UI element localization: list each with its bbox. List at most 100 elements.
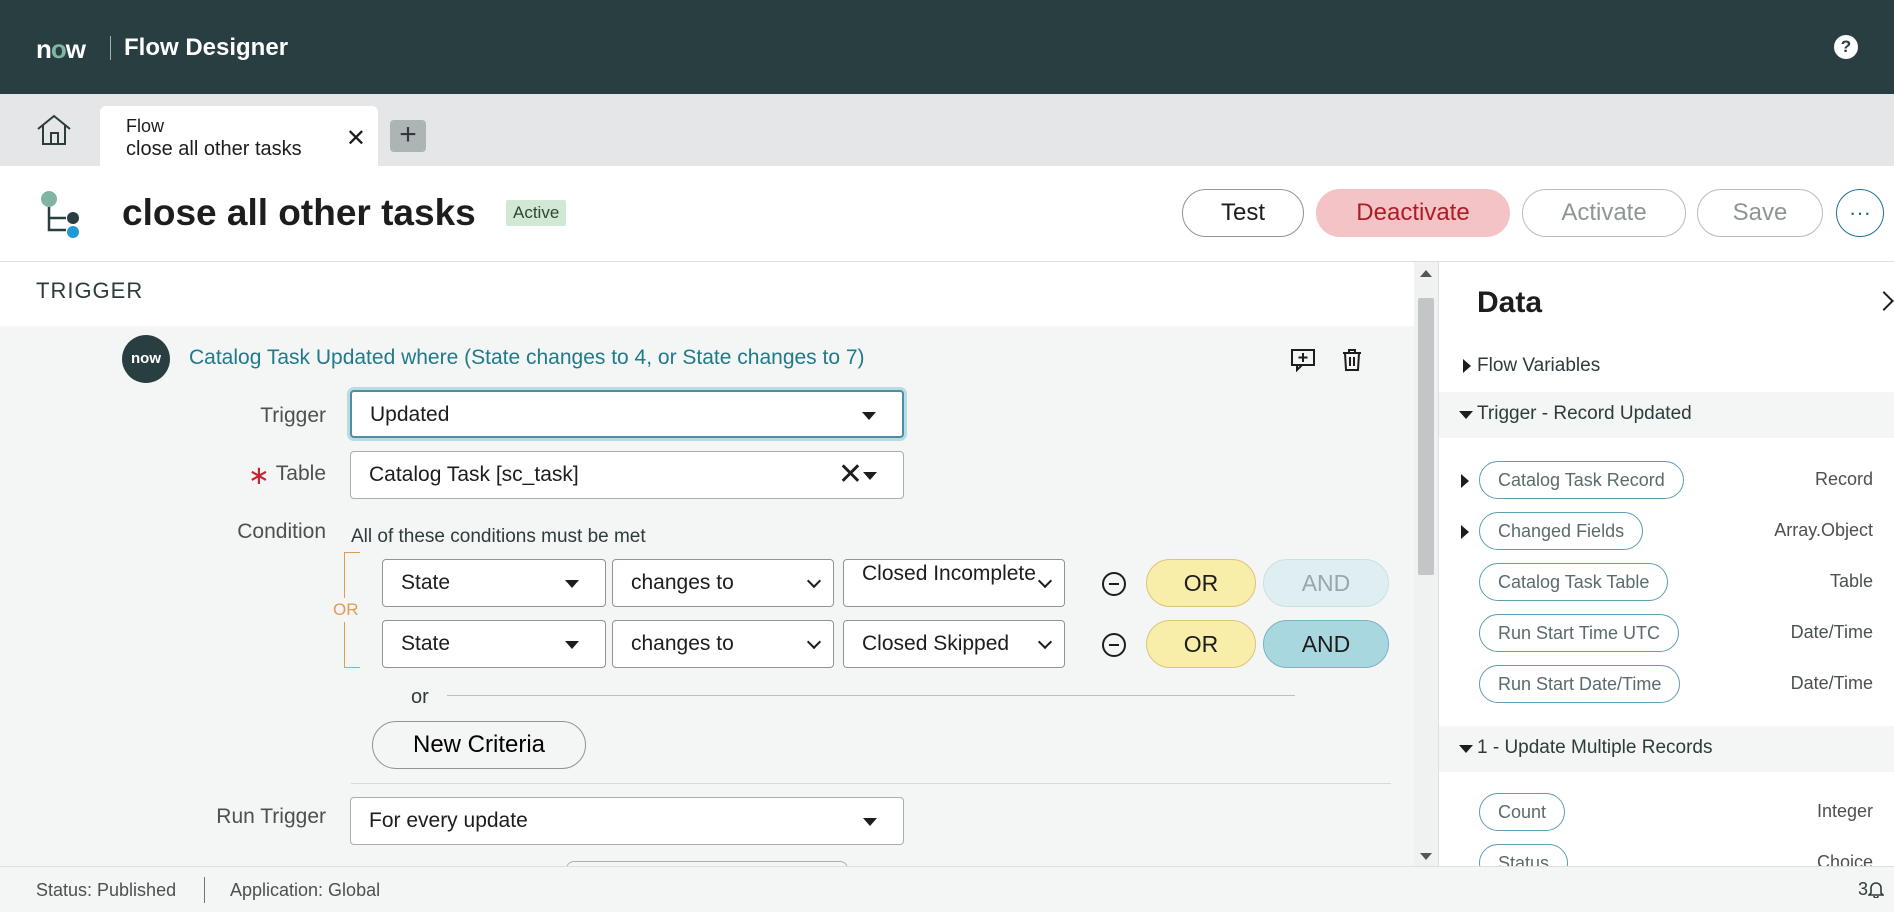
condition-group-header: All of these conditions must be met (351, 526, 646, 547)
trigger-type-select[interactable]: Updated (350, 390, 904, 438)
dropdown-caret-icon[interactable] (863, 472, 877, 480)
canvas-scrollbar[interactable] (1414, 262, 1438, 866)
condition-operator-select[interactable]: changes to (612, 559, 834, 607)
condition-field-select[interactable]: State (382, 620, 606, 668)
remove-condition-icon[interactable] (1102, 572, 1126, 596)
scroll-thumb[interactable] (1418, 298, 1434, 575)
data-pill[interactable]: Catalog Task Record (1479, 461, 1684, 499)
data-pill[interactable]: Run Start Date/Time (1479, 665, 1681, 703)
condition-field-label: Condition (237, 520, 326, 543)
test-button[interactable]: Test (1182, 189, 1304, 237)
clear-selection-icon[interactable]: ✕ (838, 452, 863, 498)
status-badge: Active (506, 200, 567, 226)
trigger-now-badge: now (122, 335, 170, 383)
condition-value-select[interactable]: Closed Incomplete (843, 559, 1065, 607)
data-panel-title: Data (1477, 286, 1543, 319)
data-type-label: Integer (1816, 801, 1873, 821)
status-separator (204, 877, 205, 903)
data-type-label: Date/Time (1790, 622, 1873, 642)
data-type-label: Date/Time (1790, 673, 1873, 693)
trigger-heading: TRIGGER (36, 278, 144, 303)
tab-strip: Flow close all other tasks ✕ + (0, 94, 1894, 166)
data-type-label: Choice (1816, 852, 1873, 866)
save-button[interactable]: Save (1697, 189, 1823, 237)
remove-condition-icon[interactable] (1102, 633, 1126, 657)
table-value: Catalog Task [sc_task] (369, 463, 579, 486)
data-pill[interactable]: Status (1479, 844, 1569, 866)
data-type-label: Table (1829, 571, 1873, 591)
data-pill-row[interactable]: Changed Fields Array.Object (1439, 512, 1894, 552)
data-pill-row[interactable]: Status Choice (1439, 844, 1894, 866)
condition-operator-select[interactable]: changes to (612, 620, 834, 668)
top-navigation-bar: now Flow Designer ? (0, 0, 1894, 94)
data-pill[interactable]: Count (1479, 793, 1566, 831)
data-pill-row[interactable]: Run Start Time UTC Date/Time (1439, 614, 1894, 654)
tab-type-label: Flow (126, 116, 165, 136)
logo-separator (110, 36, 111, 60)
expand-triangle-icon (1463, 359, 1471, 373)
add-annotation-icon[interactable] (1290, 348, 1316, 373)
data-pill[interactable]: Changed Fields (1479, 512, 1644, 550)
data-type-label: Array.Object (1774, 520, 1873, 540)
condition-value-select[interactable]: Closed Skipped (843, 620, 1065, 668)
add-tab-button[interactable]: + (390, 120, 426, 152)
flow-canvas: TRIGGER now Catalog Task Updated where (… (0, 262, 1414, 866)
notifications-bell-icon[interactable]: 3 (1858, 879, 1885, 900)
delete-trash-icon[interactable] (1340, 348, 1366, 372)
or-group-label: OR (333, 598, 359, 622)
scroll-down-icon[interactable] (1420, 853, 1432, 860)
status-bar: Status: Published Application: Global 3 (0, 866, 1894, 912)
section-trigger-record-updated[interactable]: Trigger - Record Updated (1439, 392, 1894, 438)
deactivate-button[interactable]: Deactivate (1316, 189, 1510, 237)
table-field-label: ∗ Table (248, 460, 326, 490)
publish-status: Status: Published (36, 880, 177, 900)
section-update-multiple-records[interactable]: 1 - Update Multiple Records (1439, 726, 1894, 772)
flow-header: close all other tasks Active Test Deacti… (0, 166, 1894, 262)
trigger-field-label: Trigger (260, 404, 326, 427)
app-title: Flow Designer (124, 34, 289, 61)
table-select[interactable]: Catalog Task [sc_task] ✕ (350, 451, 904, 499)
or-button[interactable]: OR (1146, 620, 1256, 668)
data-pill-row[interactable]: Run Start Date/Time Date/Time (1439, 665, 1894, 705)
data-panel: Data Flow Variables Trigger - Record Upd… (1438, 262, 1894, 866)
expand-triangle-icon[interactable] (1461, 525, 1469, 539)
trigger-summary-link[interactable]: Catalog Task Updated where (State change… (189, 346, 865, 370)
flow-title: close all other tasks (122, 192, 476, 233)
new-criteria-button[interactable]: New Criteria (372, 721, 586, 769)
application-scope: Application: Global (230, 880, 381, 900)
section-flow-variables[interactable]: Flow Variables (1439, 344, 1894, 390)
run-trigger-label: Run Trigger (216, 805, 326, 828)
and-button[interactable]: AND (1263, 620, 1389, 668)
data-pill-row[interactable]: Catalog Task Record Record (1439, 461, 1894, 501)
data-pill[interactable]: Run Start Time UTC (1479, 614, 1680, 652)
flow-icon (36, 190, 84, 240)
trigger-type-value: Updated (370, 403, 450, 426)
dropdown-caret-icon (863, 818, 877, 826)
help-icon[interactable]: ? (1834, 35, 1858, 59)
required-indicator: ∗ (248, 460, 270, 490)
data-pill-row[interactable]: Count Integer (1439, 793, 1894, 833)
and-button[interactable]: AND (1263, 559, 1389, 607)
home-icon[interactable] (34, 112, 74, 148)
tab-close-all-other-tasks[interactable]: Flow close all other tasks ✕ (100, 106, 378, 166)
collapse-panel-chevron-icon[interactable] (1874, 291, 1894, 311)
more-options-button[interactable]: ··· (1836, 189, 1884, 237)
or-button[interactable]: OR (1146, 559, 1256, 607)
expand-triangle-icon[interactable] (1461, 474, 1469, 488)
now-logo[interactable]: now (36, 34, 86, 65)
data-pill[interactable]: Catalog Task Table (1479, 563, 1669, 601)
scroll-up-icon[interactable] (1420, 270, 1432, 277)
run-trigger-select[interactable]: For every update (350, 797, 904, 845)
condition-field-select[interactable]: State (382, 559, 606, 607)
data-pill-row[interactable]: Catalog Task Table Table (1439, 563, 1894, 603)
trigger-section-header: TRIGGER (0, 262, 1414, 326)
close-tab-icon[interactable]: ✕ (346, 124, 366, 153)
dropdown-caret-icon (565, 580, 579, 588)
dropdown-caret-icon (862, 412, 876, 420)
collapse-triangle-icon (1459, 745, 1473, 753)
dropdown-caret-icon (565, 641, 579, 649)
or-divider-label: or (411, 686, 429, 708)
activate-button[interactable]: Activate (1522, 189, 1686, 237)
data-type-label: Record (1814, 469, 1873, 489)
collapse-triangle-icon (1459, 411, 1473, 419)
